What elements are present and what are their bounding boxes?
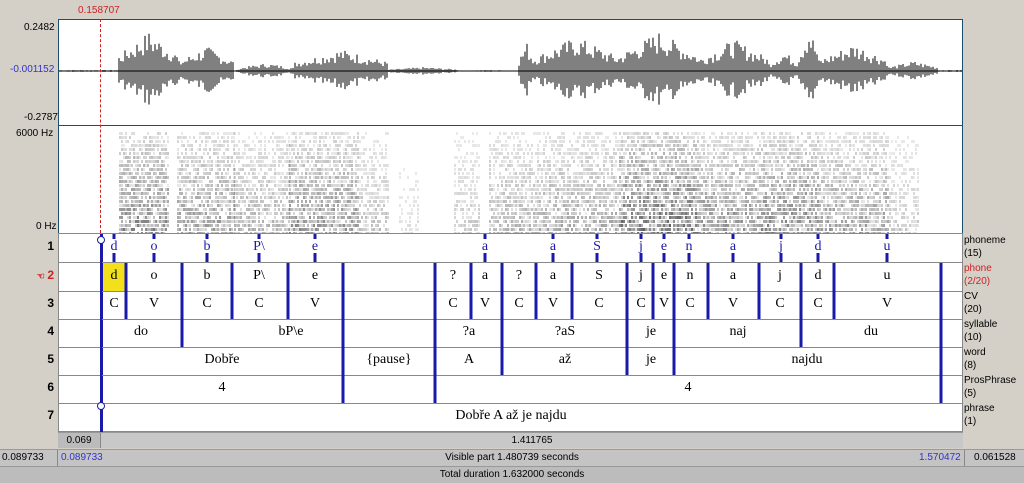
visible-part-label[interactable]: Visible part 1.480739 seconds [0,452,1024,463]
interval-label[interactable]: je [646,324,656,340]
interval-label[interactable]: V [728,296,738,312]
interval-label[interactable]: Dobře A až je najdu [455,408,566,424]
interval-label[interactable]: C [636,296,645,312]
interval-label[interactable]: o [151,268,158,284]
tier-number-3: 3 [47,296,54,310]
spectrogram-panel[interactable] [58,126,963,233]
interval-label[interactable]: a [482,268,488,284]
interval-label[interactable]: ? [450,268,456,284]
tier-number-2: ☜ 2 [36,268,54,282]
spectrogram-graphic [119,132,919,233]
interval-label[interactable]: Dobře [205,352,240,368]
interval-label[interactable]: V [548,296,558,312]
tier-name-6[interactable]: ProsPhrase (5) [964,374,1016,400]
interval-label[interactable]: C [448,296,457,312]
interval-label[interactable]: V [480,296,490,312]
interval-label[interactable]: P\ [253,268,265,284]
tier-name-3[interactable]: CV (20) [964,290,982,316]
interval-label[interactable]: V [310,296,320,312]
interval-label[interactable]: C [109,296,118,312]
cursor-time-label: 0.158707 [78,5,120,16]
interval-label[interactable]: du [864,324,878,340]
selection-left-duration[interactable]: 0.069 [58,433,101,448]
textgrid-tiers[interactable]: d o b P\ e a a S j e n a j d u d o b P\ … [58,233,963,433]
total-duration-label[interactable]: Total duration 1.632000 seconds [0,469,1024,480]
interval-label[interactable]: j [639,268,643,284]
interval-label[interactable]: C [202,296,211,312]
interval-label[interactable]: naj [729,324,746,340]
tier-number-1: 1 [47,239,54,253]
interval-label[interactable]: C [594,296,603,312]
waveform-graphic [59,33,962,105]
right-total-time[interactable]: 0.061528 [974,452,1016,463]
interval-boundaries [97,234,943,433]
spectrogram-top-label: 6000 Hz [16,128,54,139]
interval-label[interactable]: bP\e [279,324,304,340]
tier-number-5: 5 [47,352,54,366]
interval-label[interactable]: ? [516,268,522,284]
interval-label[interactable]: b [204,268,211,284]
interval-label[interactable]: ?a [463,324,475,340]
waveform-panel[interactable] [58,19,963,126]
tier-name-2[interactable]: phone (2/20) [964,262,992,288]
waveform-min-label: -0.2787 [24,112,58,123]
interval-label[interactable]: d [815,268,822,284]
interval-label[interactable]: e [312,268,318,284]
selection-duration[interactable]: 1.411765 [101,433,963,448]
divider [964,450,965,466]
interval-label[interactable]: do [134,324,148,340]
time-cursor[interactable] [100,19,101,233]
interval-label[interactable]: V [149,296,159,312]
interval-label[interactable]: je [646,352,656,368]
selection-bar[interactable]: 0.069 1.411765 [58,432,963,448]
pointer-hand-icon: ☜ [36,271,48,281]
waveform-max-label: 0.2482 [24,22,55,33]
interval-label[interactable]: 4 [219,380,226,396]
interval-label[interactable]: a [730,268,736,284]
interval-label[interactable]: C [775,296,784,312]
interval-label[interactable]: d [111,268,118,284]
interval-label[interactable]: ?aS [555,324,575,340]
interval-label[interactable]: C [685,296,694,312]
interval-label[interactable]: najdu [791,352,822,368]
tier-name-4[interactable]: syllable (10) [964,318,997,344]
interval-label[interactable]: C [254,296,263,312]
interval-label[interactable]: A [464,352,474,368]
tier-number-4: 4 [47,324,54,338]
interval-label[interactable]: {pause} [366,352,411,368]
interval-label[interactable]: až [559,352,571,368]
total-duration-bar[interactable]: Total duration 1.632000 seconds [0,466,1024,483]
interval-label[interactable]: u [884,268,891,284]
interval-label[interactable]: j [778,268,782,284]
waveform-mid-label: -0.001152 [10,64,55,75]
tier-name-1[interactable]: phoneme (15) [964,234,1006,260]
interval-label[interactable]: n [687,268,694,284]
tier-name-7[interactable]: phrase (1) [964,402,995,428]
visible-end-time[interactable]: 1.570472 [919,452,961,463]
interval-label[interactable]: e [661,268,667,284]
interval-label[interactable]: a [550,268,556,284]
interval-label[interactable]: V [659,296,669,312]
tier-number-6: 6 [47,380,54,394]
tier-number-7: 7 [47,408,54,422]
spectrogram-bottom-label: 0 Hz [36,221,57,232]
interval-label[interactable]: S [595,268,603,284]
interval-label[interactable]: C [813,296,822,312]
interval-label[interactable]: 4 [685,380,692,396]
tier-name-5[interactable]: word (8) [964,346,986,372]
interval-label[interactable]: C [514,296,523,312]
visible-part-bar[interactable]: 0.089733 0.089733 Visible part 1.480739 … [0,449,1024,466]
interval-label[interactable]: V [882,296,892,312]
